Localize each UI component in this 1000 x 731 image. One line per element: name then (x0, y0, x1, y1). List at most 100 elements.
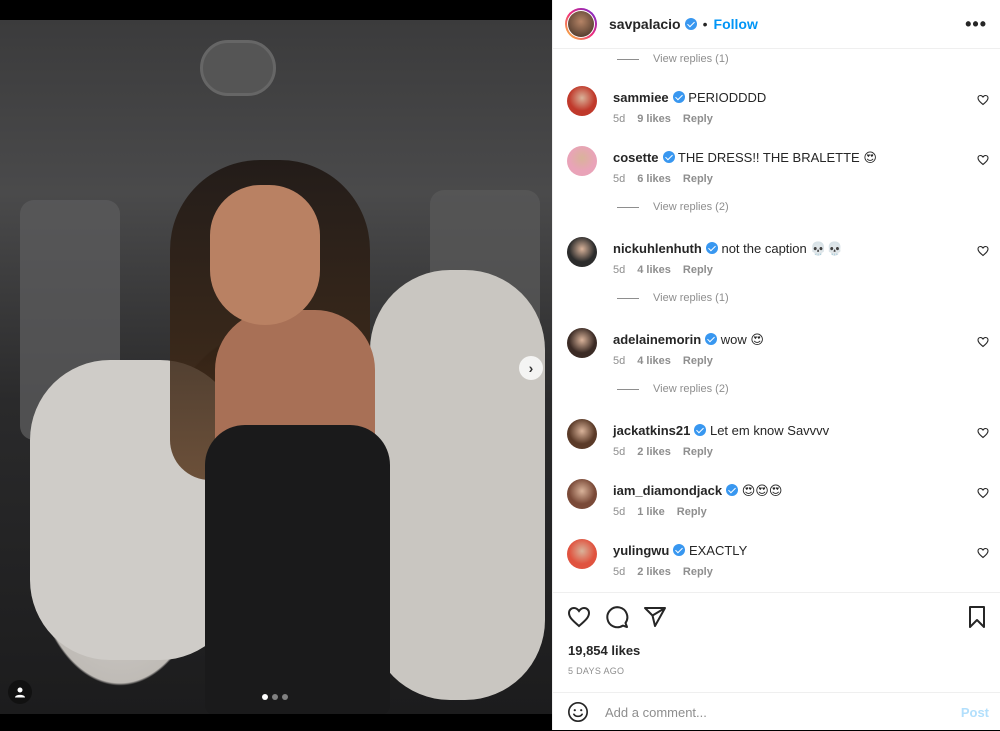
comment-likes[interactable]: 6 likes (637, 173, 671, 185)
roof-light-shape (200, 40, 276, 96)
comment-age: 5d (613, 566, 626, 578)
comment-likes[interactable]: 2 likes (637, 566, 671, 578)
comment-age: 5d (613, 446, 626, 458)
post-timestamp: 5 DAYS AGO (568, 666, 625, 676)
comments-list[interactable]: View replies (1) sammiee PERIODDDD 5d 9 li… (553, 49, 1000, 592)
post-panel: savpalacio • Follow ••• View replies (1)… (552, 0, 1000, 730)
carousel-next-button[interactable]: › (519, 356, 543, 380)
commenter-username[interactable]: nickuhlenhuth (613, 241, 702, 256)
comment-message: Let em know Savvvv (709, 423, 830, 438)
comment-message: THE DRESS!! THE BRALETTE 😍 (677, 150, 877, 165)
verified-badge-icon (694, 424, 707, 436)
reply-button[interactable]: Reply (683, 566, 713, 578)
comment-text: sammiee PERIODDDD (613, 90, 766, 105)
like-heart-icon[interactable] (567, 605, 591, 629)
commenter-username[interactable]: jackatkins21 (613, 423, 690, 438)
author-avatar[interactable] (565, 8, 597, 40)
comment-like-heart-icon[interactable] (977, 547, 989, 559)
carousel-dot (262, 694, 268, 700)
comment-text: yulingwu EXACTLY (613, 543, 747, 558)
reply-button[interactable]: Reply (677, 506, 707, 518)
view-replies-button[interactable]: View replies (2) (617, 383, 729, 395)
share-paper-plane-icon[interactable] (643, 605, 667, 629)
face-shape (210, 185, 320, 325)
fur-coat-shape (370, 270, 545, 700)
comment-text: iam_diamondjack 😍😍😍 (613, 483, 782, 499)
post-media: › (0, 0, 552, 730)
comment-like-heart-icon[interactable] (977, 245, 989, 257)
comment-meta: 5d 2 likes Reply (613, 566, 725, 578)
add-comment-bar: Post (553, 692, 1000, 731)
verified-badge-icon (705, 333, 718, 345)
comment-likes[interactable]: 9 likes (637, 113, 671, 125)
author-username[interactable]: savpalacio (609, 16, 681, 32)
tagged-users-button[interactable] (8, 680, 32, 704)
comment-text: adelainemorin wow 😍 (613, 332, 764, 348)
comment-meta: 5d 1 like Reply (613, 506, 719, 518)
comment-input[interactable] (603, 703, 937, 721)
commenter-username[interactable]: adelainemorin (613, 332, 701, 347)
likes-count[interactable]: 19,854 likes (568, 643, 640, 658)
commenter-username[interactable]: cosette (613, 150, 659, 165)
comment-like-heart-icon[interactable] (977, 427, 989, 439)
comment-message: EXACTLY (688, 543, 748, 558)
comment-text: jackatkins21 Let em know Savvvv (613, 423, 829, 438)
dress-shape (205, 425, 390, 714)
commenter-avatar[interactable] (567, 146, 597, 176)
reply-button[interactable]: Reply (683, 355, 713, 367)
comment-age: 5d (613, 355, 626, 367)
comment-meta: 5d 6 likes Reply (613, 173, 725, 185)
verified-badge-icon (705, 242, 718, 254)
comment-likes[interactable]: 1 like (637, 506, 665, 518)
commenter-avatar[interactable] (567, 539, 597, 569)
reply-button[interactable]: Reply (683, 173, 713, 185)
more-options-icon[interactable]: ••• (965, 14, 987, 35)
commenter-avatar[interactable] (567, 419, 597, 449)
verified-badge-icon (672, 91, 685, 103)
comment-likes[interactable]: 4 likes (637, 355, 671, 367)
chevron-right-icon: › (528, 360, 534, 376)
comment-age: 5d (613, 506, 626, 518)
commenter-username[interactable]: iam_diamondjack (613, 483, 722, 498)
comment-like-heart-icon[interactable] (977, 94, 989, 106)
view-replies-button[interactable]: View replies (1) (617, 292, 729, 304)
comment-like-heart-icon[interactable] (977, 487, 989, 499)
comment-text: cosette THE DRESS!! THE BRALETTE 😍 (613, 150, 877, 166)
carousel-indicator (262, 694, 288, 700)
emoji-icon[interactable] (567, 701, 589, 723)
comment-meta: 5d 9 likes Reply (613, 113, 725, 125)
comment-like-heart-icon[interactable] (977, 336, 989, 348)
reply-button[interactable]: Reply (683, 113, 713, 125)
commenter-avatar[interactable] (567, 237, 597, 267)
user-icon (15, 687, 25, 698)
reply-button[interactable]: Reply (683, 264, 713, 276)
comment-bubble-icon[interactable] (605, 605, 629, 629)
verified-badge-icon (684, 18, 697, 30)
comment-likes[interactable]: 4 likes (637, 264, 671, 276)
commenter-avatar[interactable] (567, 479, 597, 509)
verified-badge-icon (726, 484, 739, 496)
save-bookmark-icon[interactable] (965, 605, 989, 629)
comment-meta: 5d 2 likes Reply (613, 446, 725, 458)
view-replies-button[interactable]: View replies (1) (617, 53, 729, 65)
comment-like-heart-icon[interactable] (977, 154, 989, 166)
comment-likes[interactable]: 2 likes (637, 446, 671, 458)
post-comment-button[interactable]: Post (961, 705, 989, 720)
commenter-avatar[interactable] (567, 86, 597, 116)
verified-badge-icon (662, 151, 675, 163)
post-actions: 19,854 likes 5 DAYS AGO (553, 592, 1000, 693)
comment-message: not the caption 💀💀 (721, 241, 843, 256)
comment-text: nickuhlenhuth not the caption 💀💀 (613, 241, 843, 257)
comment-meta: 5d 4 likes Reply (613, 355, 725, 367)
comment-age: 5d (613, 173, 626, 185)
follow-button[interactable]: Follow (714, 16, 758, 32)
commenter-username[interactable]: sammiee (613, 90, 669, 105)
commenter-username[interactable]: yulingwu (613, 543, 669, 558)
comment-age: 5d (613, 264, 626, 276)
commenter-avatar[interactable] (567, 328, 597, 358)
reply-button[interactable]: Reply (683, 446, 713, 458)
view-replies-button[interactable]: View replies (2) (617, 201, 729, 213)
post-photo[interactable] (0, 20, 552, 714)
carousel-dot (282, 694, 288, 700)
comment-message: wow 😍 (720, 332, 764, 347)
